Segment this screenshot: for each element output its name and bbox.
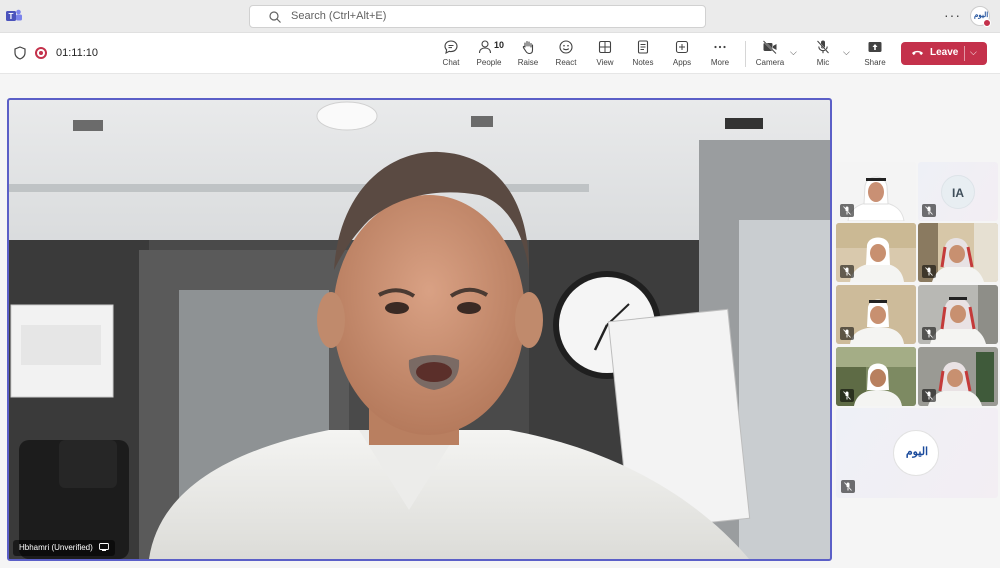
participant-tile[interactable] bbox=[918, 285, 998, 344]
chat-button[interactable]: Chat bbox=[431, 39, 471, 71]
title-bar: T Search (Ctrl+Alt+E) ··· اليوم bbox=[0, 0, 1000, 33]
speaker-name: Hbhamri (Unverified) bbox=[19, 543, 93, 552]
search-icon bbox=[269, 11, 281, 23]
share-label: Share bbox=[864, 58, 886, 67]
more-label: More bbox=[710, 58, 730, 67]
mic-off-icon bbox=[843, 206, 851, 215]
chat-icon bbox=[444, 40, 458, 55]
leave-options-chevron-down-icon[interactable]: ⌵ bbox=[970, 47, 977, 58]
mic-button[interactable]: Mic bbox=[803, 39, 843, 71]
participant-tile[interactable] bbox=[836, 162, 916, 221]
search-placeholder: Search (Ctrl+Alt+E) bbox=[291, 10, 387, 22]
camera-options-chevron-down-icon[interactable]: ⌵ bbox=[790, 47, 797, 58]
muted-indicator bbox=[841, 480, 855, 493]
share-icon bbox=[868, 42, 882, 52]
meeting-timer: 01:11:10 bbox=[56, 47, 99, 59]
toolbar-divider bbox=[745, 41, 746, 67]
muted-indicator bbox=[840, 327, 854, 340]
muted-indicator bbox=[922, 204, 936, 217]
more-icon bbox=[714, 45, 726, 49]
hang-up-icon bbox=[912, 50, 923, 55]
leave-button[interactable]: Leave ⌵ bbox=[901, 42, 987, 65]
mic-off-icon bbox=[843, 329, 851, 338]
muted-indicator bbox=[840, 389, 854, 402]
logo-text: اليوم bbox=[905, 446, 929, 458]
smile-icon bbox=[559, 40, 573, 54]
participant-logo: اليوم bbox=[893, 430, 939, 476]
presence-dot bbox=[983, 19, 991, 27]
leave-separator bbox=[964, 46, 965, 61]
camera-off-icon bbox=[762, 40, 777, 55]
recording-icon bbox=[35, 47, 47, 59]
search-input[interactable]: Search (Ctrl+Alt+E) bbox=[249, 5, 706, 28]
mic-off-icon bbox=[925, 329, 933, 338]
muted-indicator bbox=[922, 327, 936, 340]
avatar-text: اليوم bbox=[974, 12, 989, 19]
leave-label: Leave bbox=[930, 47, 959, 58]
mic-label: Mic bbox=[816, 58, 830, 67]
mic-off-icon bbox=[843, 391, 851, 400]
teams-logo-icon: T bbox=[6, 9, 22, 21]
mic-off-icon bbox=[925, 267, 933, 276]
apps-button[interactable]: Apps bbox=[662, 39, 702, 71]
people-label: People bbox=[476, 58, 502, 67]
raise-hand-icon bbox=[522, 40, 534, 55]
muted-indicator bbox=[922, 389, 936, 402]
screen-share-icon bbox=[99, 543, 109, 551]
chat-label: Chat bbox=[442, 58, 460, 67]
avatar[interactable]: اليوم bbox=[970, 6, 991, 27]
notes-icon bbox=[637, 40, 649, 54]
notes-label: Notes bbox=[632, 58, 654, 67]
raise-label: Raise bbox=[517, 58, 539, 67]
participant-tile-logo[interactable]: اليوم bbox=[836, 408, 998, 498]
participant-tile[interactable] bbox=[918, 223, 998, 282]
mic-off-icon bbox=[925, 391, 933, 400]
mic-off-icon bbox=[816, 40, 830, 54]
participant-tile[interactable] bbox=[836, 223, 916, 282]
mic-off-icon bbox=[925, 206, 933, 215]
grid-view-icon bbox=[598, 40, 612, 54]
svg-text:T: T bbox=[9, 12, 14, 21]
people-icon bbox=[478, 40, 492, 54]
add-app-icon bbox=[675, 40, 689, 54]
muted-indicator bbox=[922, 265, 936, 278]
view-button[interactable]: View bbox=[585, 39, 625, 71]
people-button[interactable]: 10 People bbox=[469, 39, 509, 71]
camera-button[interactable]: Camera bbox=[750, 39, 790, 71]
participant-tile[interactable] bbox=[836, 285, 916, 344]
speaker-video-frame bbox=[9, 100, 830, 559]
participant-tile[interactable] bbox=[836, 347, 916, 406]
participant-tile[interactable]: IA bbox=[918, 162, 998, 221]
speaker-name-tag: Hbhamri (Unverified) bbox=[13, 540, 116, 556]
participant-tile[interactable] bbox=[918, 347, 998, 406]
muted-indicator bbox=[840, 204, 854, 217]
react-label: React bbox=[555, 58, 577, 67]
more-options-icon[interactable]: ··· bbox=[944, 7, 961, 23]
mic-off-icon bbox=[844, 482, 852, 491]
share-button[interactable]: Share bbox=[855, 39, 895, 71]
apps-label: Apps bbox=[672, 58, 692, 67]
main-video-stage[interactable]: Hbhamri (Unverified) bbox=[7, 98, 832, 561]
muted-indicator bbox=[840, 265, 854, 278]
mic-off-icon bbox=[843, 267, 851, 276]
notes-button[interactable]: Notes bbox=[623, 39, 663, 71]
raise-hand-button[interactable]: Raise bbox=[508, 39, 548, 71]
more-button[interactable]: More bbox=[700, 39, 740, 71]
people-count: 10 bbox=[494, 40, 505, 50]
participant-initials: IA bbox=[941, 175, 975, 209]
mic-options-chevron-down-icon[interactable]: ⌵ bbox=[843, 47, 850, 58]
view-label: View bbox=[596, 58, 614, 67]
react-button[interactable]: React bbox=[546, 39, 586, 71]
camera-label: Camera bbox=[755, 58, 785, 67]
meeting-toolbar: 01:11:10 Chat 10 People Raise React View… bbox=[0, 33, 1000, 74]
shield-icon bbox=[14, 46, 26, 60]
